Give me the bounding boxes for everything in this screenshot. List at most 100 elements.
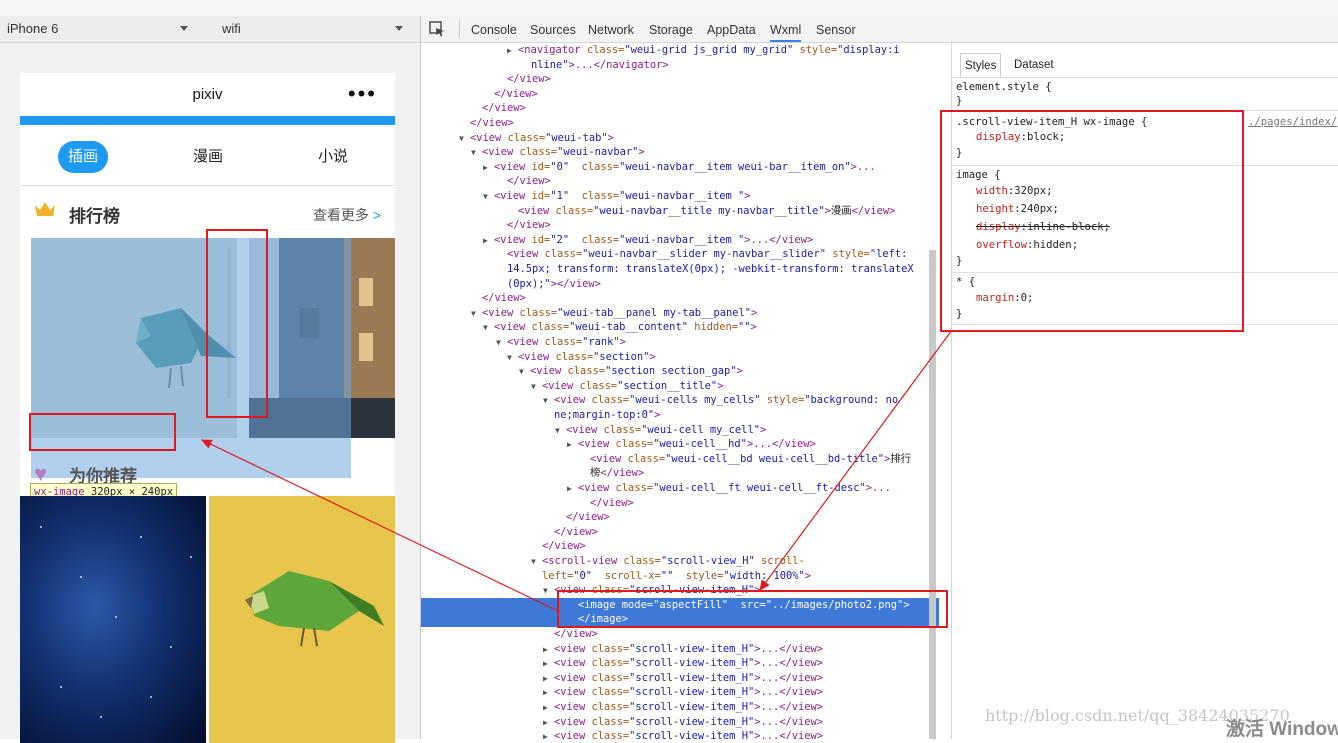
collapse-triangle-icon[interactable]: ▶	[483, 161, 494, 176]
wxml-node[interactable]: </view>	[421, 72, 939, 87]
wxml-node[interactable]: </view>	[421, 525, 939, 540]
wxml-node[interactable]: </view>	[421, 496, 939, 511]
recommend-image-space[interactable]	[20, 496, 206, 743]
expand-triangle-icon[interactable]: ▼	[496, 336, 507, 351]
collapse-triangle-icon[interactable]: ▶	[567, 482, 578, 497]
wxml-node[interactable]: </view>	[421, 627, 939, 642]
category-tabs: 插画 漫画 小说	[20, 125, 395, 186]
tab-sensor[interactable]: Sensor	[816, 16, 856, 42]
collapse-triangle-icon[interactable]: ▶	[543, 686, 554, 701]
wxml-node[interactable]: ▶ <view class="weui-cell__ft weui-cell__f…	[421, 481, 939, 496]
wxml-node[interactable]: ▶ <view class="scroll-view-item_H">...</v…	[421, 642, 939, 657]
wxml-node[interactable]: ▼ <view class="weui-tab__panel my-tab__pa…	[421, 306, 939, 321]
windows-activation-watermark: 激活 Windows	[1226, 719, 1338, 740]
wxml-node[interactable]: ▶ <view id="2" class="weui-navbar__item "…	[421, 233, 939, 248]
expand-triangle-icon[interactable]: ▼	[543, 394, 554, 409]
phone-navigation-bar: pixiv •••	[20, 73, 395, 115]
wxml-node[interactable]: </view>	[421, 291, 939, 306]
wxml-scrollbar[interactable]	[929, 250, 936, 739]
wxml-node[interactable]: (0px);"></view>	[421, 277, 939, 292]
tab-appdata[interactable]: AppData	[707, 16, 756, 42]
wxml-node[interactable]: ▶ <view class="scroll-view-item_H">...</v…	[421, 671, 939, 686]
tab-console[interactable]: Console	[471, 16, 517, 42]
expand-triangle-icon[interactable]: ▼	[483, 190, 494, 205]
wxml-node[interactable]: ▼ <view class="weui-tab">	[421, 131, 939, 146]
wxml-node[interactable]: ▼ <view class="weui-cells my_cells" style…	[421, 393, 939, 408]
collapse-triangle-icon[interactable]: ▶	[543, 657, 554, 672]
tab-network[interactable]: Network	[588, 16, 634, 42]
wxml-node[interactable]: </view>	[421, 101, 939, 116]
wxml-tree: ▶ <navigator class="weui-grid js_grid my_…	[421, 43, 939, 739]
collapse-triangle-icon[interactable]: ▶	[507, 44, 518, 59]
tab-dataset[interactable]: Dataset	[1014, 53, 1054, 75]
expand-triangle-icon[interactable]: ▼	[471, 307, 482, 322]
wxml-node[interactable]: ▶ <view class="scroll-view-item_H">...</v…	[421, 715, 939, 730]
wxml-node[interactable]: ▼ <view class="rank">	[421, 335, 939, 350]
collapse-triangle-icon[interactable]: ▶	[543, 716, 554, 731]
tab-illustration[interactable]: 插画	[58, 141, 108, 173]
see-more-link[interactable]: 查看更多 >	[313, 205, 381, 225]
wxml-node[interactable]: </view>	[421, 510, 939, 525]
wxml-node[interactable]: ▶ <view class="scroll-view-item_H">...</v…	[421, 656, 939, 671]
wxml-node[interactable]: ▼ <view class="weui-cell my_cell">	[421, 423, 939, 438]
annotation-box-selected-node	[557, 590, 948, 628]
expand-triangle-icon[interactable]: ▼	[543, 584, 554, 599]
wxml-node[interactable]: ▼ <scroll-view class="scroll-view_H" scro…	[421, 554, 939, 569]
collapse-triangle-icon[interactable]: ▶	[543, 730, 554, 739]
expand-triangle-icon[interactable]: ▼	[531, 380, 542, 395]
wxml-node[interactable]: <view class="weui-navbar__title my-navba…	[421, 204, 939, 219]
wxml-node[interactable]: left="0" scroll-x="" style="width: 100%"…	[421, 569, 939, 584]
network-select[interactable]: wifi	[222, 16, 407, 42]
tab-sources[interactable]: Sources	[530, 16, 576, 42]
expand-triangle-icon[interactable]: ▼	[471, 146, 482, 161]
wxml-node[interactable]: ▶ <view class="scroll-view-item_H">...</v…	[421, 729, 939, 739]
wxml-node[interactable]: </view>	[421, 174, 939, 189]
expand-triangle-icon[interactable]: ▼	[507, 351, 518, 366]
wxml-node[interactable]: ▼ <view class="weui-navbar">	[421, 145, 939, 160]
inspect-element-icon[interactable]	[429, 21, 445, 37]
annotation-box-style-rules	[940, 110, 1244, 332]
wxml-node[interactable]: ▼ <view class="section section_gap">	[421, 364, 939, 379]
wxml-node[interactable]: ▼ <view class="section">	[421, 350, 939, 365]
wxml-node[interactable]: </view>	[421, 87, 939, 102]
wxml-node[interactable]: ▶ <view id="0" class="weui-navbar__item w…	[421, 160, 939, 175]
wxml-node[interactable]: 14.5px; transform: translateX(0px); -web…	[421, 262, 939, 277]
expand-triangle-icon[interactable]: ▼	[459, 132, 470, 147]
wxml-node[interactable]: ▶ <view class="scroll-view-item_H">...</v…	[421, 700, 939, 715]
device-select[interactable]: iPhone 6	[7, 16, 192, 42]
wxml-node[interactable]: ▶ <navigator class="weui-grid js_grid my_…	[421, 43, 939, 58]
wxml-node[interactable]: ne;margin-top:0">	[421, 408, 939, 423]
tab-storage[interactable]: Storage	[649, 16, 693, 42]
tab-styles[interactable]: Styles	[960, 53, 1002, 77]
expand-triangle-icon[interactable]: ▼	[555, 424, 566, 439]
page-title: pixiv	[192, 86, 223, 103]
wxml-node[interactable]: ▼ <view class="section__title">	[421, 379, 939, 394]
rule1-source-link[interactable]: ./pages/index/	[1248, 116, 1337, 128]
wxml-node[interactable]: ▼ <view class="weui-tab__content" hidden=…	[421, 320, 939, 335]
collapse-triangle-icon[interactable]: ▶	[543, 672, 554, 687]
wxml-node[interactable]: nline">...</navigator>	[421, 58, 939, 73]
wxml-node[interactable]: ▶ <view class="scroll-view-item_H">...</v…	[421, 685, 939, 700]
tab-wxml[interactable]: Wxml	[770, 16, 802, 42]
wxml-node[interactable]: <view class="weui-navbar__slider my-navb…	[421, 247, 939, 262]
collapse-triangle-icon[interactable]: ▶	[567, 438, 578, 453]
wxml-node[interactable]: ▶ <view class="weui-cell__hd">...</view>	[421, 437, 939, 452]
expand-triangle-icon[interactable]: ▼	[483, 321, 494, 336]
collapse-triangle-icon[interactable]: ▶	[543, 701, 554, 716]
wxml-node[interactable]: </view>	[421, 116, 939, 131]
collapse-triangle-icon[interactable]: ▶	[543, 643, 554, 658]
wxml-node[interactable]: 榜</view>	[421, 466, 939, 481]
wxml-node[interactable]: ▼ <view id="1" class="weui-navbar__item "…	[421, 189, 939, 204]
element-style-selector: element.style {	[956, 81, 1052, 93]
wxml-node[interactable]: </view>	[421, 218, 939, 233]
tab-manga[interactable]: 漫画	[183, 141, 233, 173]
expand-triangle-icon[interactable]: ▼	[531, 555, 542, 570]
wxml-node[interactable]: </view>	[421, 539, 939, 554]
recommend-image-parrot[interactable]	[209, 496, 395, 743]
tab-novel[interactable]: 小说	[308, 141, 358, 173]
wxml-node[interactable]: <view class="weui-cell__bd weui-cell__bd…	[421, 452, 939, 467]
expand-triangle-icon[interactable]: ▼	[519, 365, 530, 380]
collapse-triangle-icon[interactable]: ▶	[483, 234, 494, 249]
chevron-down-icon	[395, 26, 403, 31]
more-menu-icon[interactable]: •••	[348, 81, 377, 107]
